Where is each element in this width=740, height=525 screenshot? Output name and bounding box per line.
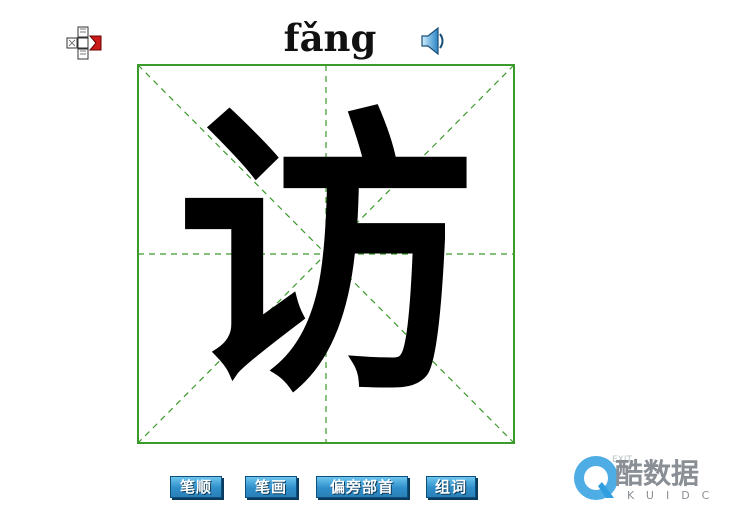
move-icon[interactable] [66,26,102,60]
watermark-sub: KUIDC [627,489,722,502]
speaker-icon[interactable] [420,26,446,56]
watermark-brand: 酷数据 [615,457,700,490]
hanzi-character: 访 [176,83,476,432]
strokes-button[interactable]: 笔画 [245,476,297,498]
stroke-order-button[interactable]: 笔顺 [170,476,222,498]
pinyin-label: fǎng [283,16,377,60]
radical-button[interactable]: 偏旁部首 [316,476,408,498]
words-button[interactable]: 组词 [426,476,476,498]
